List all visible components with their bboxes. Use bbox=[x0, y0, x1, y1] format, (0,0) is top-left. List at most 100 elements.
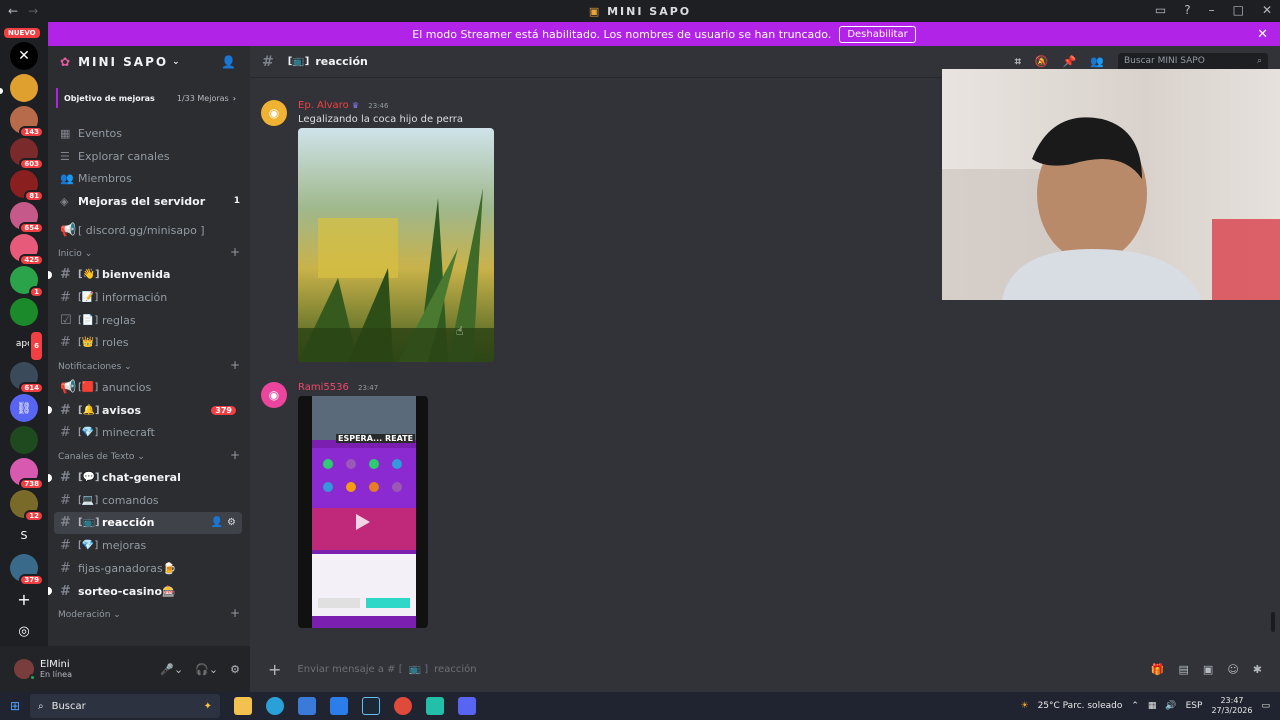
channel-fijas-ganadoras[interactable]: # fijas-ganadoras 🍺 bbox=[54, 557, 242, 580]
windows-start-icon[interactable]: ⊞ bbox=[10, 699, 20, 713]
weather-icon[interactable]: ☀ bbox=[1020, 701, 1028, 711]
chevron-up-icon[interactable]: ⌃ bbox=[1131, 701, 1139, 711]
threads-icon[interactable]: ⌗ bbox=[1015, 55, 1021, 69]
category-inicio[interactable]: Inicio ⌄ + bbox=[48, 241, 250, 263]
category-moderacion[interactable]: Moderación ⌄ + bbox=[48, 602, 250, 624]
scrollbar[interactable] bbox=[1271, 612, 1275, 632]
notification-icon[interactable]: ▭ bbox=[1261, 701, 1270, 711]
server-icon-1[interactable] bbox=[10, 74, 38, 102]
add-channel-icon[interactable]: + bbox=[230, 245, 240, 259]
member-list-icon[interactable]: 👥 bbox=[1090, 55, 1104, 68]
server-icon-13[interactable]: 379 bbox=[10, 554, 44, 586]
channel-anuncios[interactable]: 📢 [🟥] anuncios bbox=[54, 376, 242, 399]
channel-comandos[interactable]: # [💻] comandos bbox=[54, 489, 242, 512]
avatar[interactable]: ◉ bbox=[261, 382, 287, 408]
capcut-icon[interactable] bbox=[426, 697, 444, 715]
invite-member-icon[interactable]: 👤 bbox=[211, 517, 223, 528]
channel-reglas[interactable]: ☑ [📄] reglas bbox=[54, 309, 242, 332]
server-icon-apc[interactable]: apc 6 bbox=[10, 330, 44, 362]
gift-icon[interactable]: 🎁 bbox=[1151, 663, 1165, 676]
server-icon-4[interactable]: 81 bbox=[10, 170, 44, 202]
discover-icon[interactable]: ◎ bbox=[10, 618, 38, 646]
server-icon-6[interactable]: 425 bbox=[10, 234, 44, 266]
channel-chat-general[interactable]: # [💬] chat-general bbox=[48, 466, 242, 489]
add-server-icon[interactable]: + bbox=[10, 586, 38, 614]
server-icon-11[interactable]: 738 bbox=[10, 458, 44, 490]
channel-informacion[interactable]: # [📝] información bbox=[54, 286, 242, 309]
server-icon-x[interactable]: ✕ bbox=[10, 42, 38, 70]
menu-members[interactable]: 👥 Miembros bbox=[48, 167, 250, 190]
file-explorer-icon[interactable] bbox=[234, 697, 252, 715]
server-icon-2[interactable]: 143 bbox=[10, 106, 44, 138]
gear-icon[interactable]: ⚙ bbox=[230, 663, 240, 676]
new-badge[interactable]: NUEVO bbox=[4, 28, 40, 38]
network-icon[interactable]: ▦ bbox=[1148, 701, 1157, 711]
add-attachment-icon[interactable]: + bbox=[268, 660, 281, 679]
server-icon-5[interactable]: 654 bbox=[10, 202, 44, 234]
steam-icon[interactable] bbox=[362, 697, 380, 715]
channel-minecraft[interactable]: # [💎] minecraft bbox=[54, 422, 242, 445]
search-input[interactable]: Buscar MINI SAPO ⌕ bbox=[1118, 52, 1268, 71]
server-icon-7[interactable]: 1 bbox=[10, 266, 44, 298]
channel-sorteo-casino[interactable]: # sorteo-casino 🎰 bbox=[48, 580, 242, 603]
sticker-icon[interactable]: ▣ bbox=[1203, 663, 1213, 676]
channel-roles[interactable]: # [👑] roles bbox=[54, 332, 242, 355]
clock[interactable]: 23:47 27/3/2026 bbox=[1211, 696, 1252, 716]
channel-mejoras[interactable]: # [💎] mejoras bbox=[54, 534, 242, 557]
author-name[interactable]: Rami5536 bbox=[298, 382, 349, 393]
add-channel-icon[interactable]: + bbox=[230, 358, 240, 372]
language-indicator[interactable]: ESP bbox=[1186, 701, 1203, 711]
channel-reaccion[interactable]: # [📺] reacción 👤 ⚙ bbox=[54, 511, 242, 535]
gear-icon[interactable]: ⚙ bbox=[227, 517, 236, 528]
close-icon[interactable]: ✕ bbox=[1257, 27, 1268, 42]
volume-icon[interactable]: 🔊 bbox=[1165, 701, 1176, 711]
menu-browse-channels[interactable]: ☰ Explorar canales bbox=[48, 145, 250, 168]
search-icon: ⌕ bbox=[38, 700, 44, 712]
close-window-icon[interactable]: ✕ bbox=[1262, 3, 1272, 17]
boost-goal[interactable]: Objetivo de mejoras 1/33 Mejoras › bbox=[56, 88, 242, 108]
server-icon-8[interactable] bbox=[10, 298, 38, 326]
apps-icon[interactable]: ✱ bbox=[1253, 663, 1262, 676]
category-texto[interactable]: Canales de Texto ⌄ + bbox=[48, 444, 250, 466]
headphones-icon[interactable]: 🎧⌄ bbox=[195, 663, 218, 676]
server-icon-9[interactable]: 614 bbox=[10, 362, 44, 394]
server-icon-s[interactable]: S bbox=[10, 522, 38, 550]
weather-text[interactable]: 25°C Parc. soleado bbox=[1038, 701, 1123, 711]
channel-avisos[interactable]: # [🔔] avisos 379 bbox=[48, 399, 242, 422]
menu-server-boosts[interactable]: ◈ Mejoras del servidor 1 bbox=[48, 190, 250, 213]
channel-bienvenida[interactable]: # [👋] bienvenida bbox=[48, 263, 242, 286]
avatar[interactable]: ◉ bbox=[261, 100, 287, 126]
server-header[interactable]: ✿ MINI SAPO ⌄ 👤 bbox=[48, 46, 250, 78]
channel-invite[interactable]: 📢[ discord.gg/minisapo ] bbox=[54, 219, 242, 242]
help-icon[interactable]: ? bbox=[1184, 3, 1190, 17]
menu-events[interactable]: ▦ Eventos bbox=[48, 122, 250, 145]
server-icon-10[interactable] bbox=[10, 426, 38, 454]
message-composer[interactable]: + Enviar mensaje a # [ 📺 ] reacción 🎁 ▤ … bbox=[258, 654, 1272, 684]
add-channel-icon[interactable]: + bbox=[230, 606, 240, 620]
taskbar-search[interactable]: ⌕ Buscar ✦ bbox=[30, 694, 220, 718]
add-channel-icon[interactable]: + bbox=[230, 448, 240, 462]
emoji-icon[interactable]: ☺ bbox=[1227, 663, 1238, 676]
maximize-icon[interactable]: □ bbox=[1233, 3, 1244, 17]
discord-icon[interactable] bbox=[458, 697, 476, 715]
microphone-icon[interactable]: 🎤⌄ bbox=[160, 663, 183, 676]
disable-button[interactable]: Deshabilitar bbox=[839, 25, 916, 43]
server-icon-12[interactable]: 12 bbox=[10, 490, 44, 522]
server-icon-link[interactable]: ⛓ bbox=[10, 394, 38, 422]
avatar[interactable] bbox=[14, 659, 36, 681]
invite-icon[interactable]: 👤 bbox=[221, 55, 238, 69]
category-notificaciones[interactable]: Notificaciones ⌄ + bbox=[48, 354, 250, 376]
chrome-icon[interactable] bbox=[394, 697, 412, 715]
image-attachment[interactable] bbox=[298, 128, 494, 362]
inbox-icon[interactable]: ▭ bbox=[1155, 3, 1166, 17]
video-attachment[interactable]: ESPERA... REATE bbox=[298, 396, 428, 628]
server-icon-3[interactable]: 603 bbox=[10, 138, 44, 170]
gif-icon[interactable]: ▤ bbox=[1179, 663, 1189, 676]
mute-bell-icon[interactable]: 🔕 bbox=[1035, 55, 1049, 68]
app-icon[interactable] bbox=[330, 697, 348, 715]
pin-icon[interactable]: 📌 bbox=[1063, 55, 1077, 68]
minimize-icon[interactable]: – bbox=[1209, 3, 1215, 17]
edge-icon[interactable] bbox=[266, 697, 284, 715]
store-icon[interactable] bbox=[298, 697, 316, 715]
author-name[interactable]: Ep. Alvaro bbox=[298, 100, 349, 111]
